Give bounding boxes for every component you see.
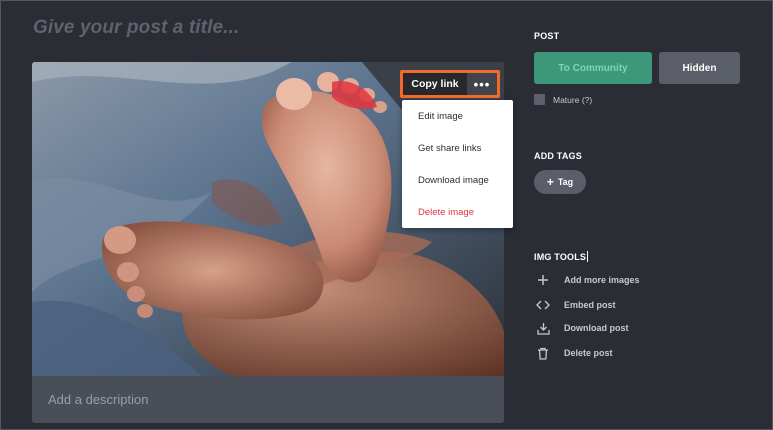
tool-delete-post[interactable]: Delete post (536, 346, 613, 360)
tool-label: Add more images (564, 275, 640, 285)
post-title-input[interactable]: Give your post a title... (33, 17, 239, 39)
more-options-button[interactable]: ••• (467, 73, 497, 95)
mature-checkbox[interactable] (534, 94, 545, 105)
plus-icon (536, 273, 550, 287)
menu-item-edit-image[interactable]: Edit image (418, 111, 463, 122)
post-editor-page: Give your post a title... Add a descript… (1, 1, 772, 429)
download-icon (536, 321, 550, 335)
tool-download-post[interactable]: Download post (536, 321, 629, 335)
trash-icon (536, 346, 550, 360)
img-tools-heading: IMG TOOLS (534, 252, 587, 262)
tag-button-label: Tag (557, 177, 574, 187)
tool-label: Download post (564, 323, 629, 333)
plus-icon: + (546, 175, 554, 189)
text-cursor (587, 251, 589, 262)
copy-link-button[interactable]: Copy link (403, 73, 467, 95)
ellipsis-icon: ••• (473, 76, 491, 92)
hidden-button[interactable]: Hidden (659, 52, 740, 84)
add-tags-heading: ADD TAGS (534, 151, 582, 161)
menu-item-delete-image[interactable]: Delete image (418, 207, 474, 218)
post-heading: POST (534, 31, 560, 41)
tool-embed-post[interactable]: Embed post (536, 298, 616, 312)
menu-item-download-image[interactable]: Download image (418, 175, 489, 186)
mature-option[interactable]: Mature (?) (534, 94, 592, 105)
to-community-button[interactable]: To Community (534, 52, 652, 84)
tool-label: Delete post (564, 348, 613, 358)
add-tag-button[interactable]: + Tag (534, 170, 586, 194)
image-toolbar: Copy link ••• (400, 70, 500, 98)
tool-label: Embed post (564, 300, 616, 310)
description-input[interactable]: Add a description (48, 392, 148, 407)
image-options-menu: Edit image Get share links Download imag… (402, 100, 513, 228)
code-icon (536, 298, 550, 312)
img-tools-heading-wrap: IMG TOOLS (534, 247, 589, 265)
mature-label: Mature (?) (553, 94, 593, 105)
menu-item-get-share-links[interactable]: Get share links (418, 143, 481, 154)
description-area: Add a description (32, 376, 504, 423)
tool-add-more-images[interactable]: Add more images (536, 273, 640, 287)
